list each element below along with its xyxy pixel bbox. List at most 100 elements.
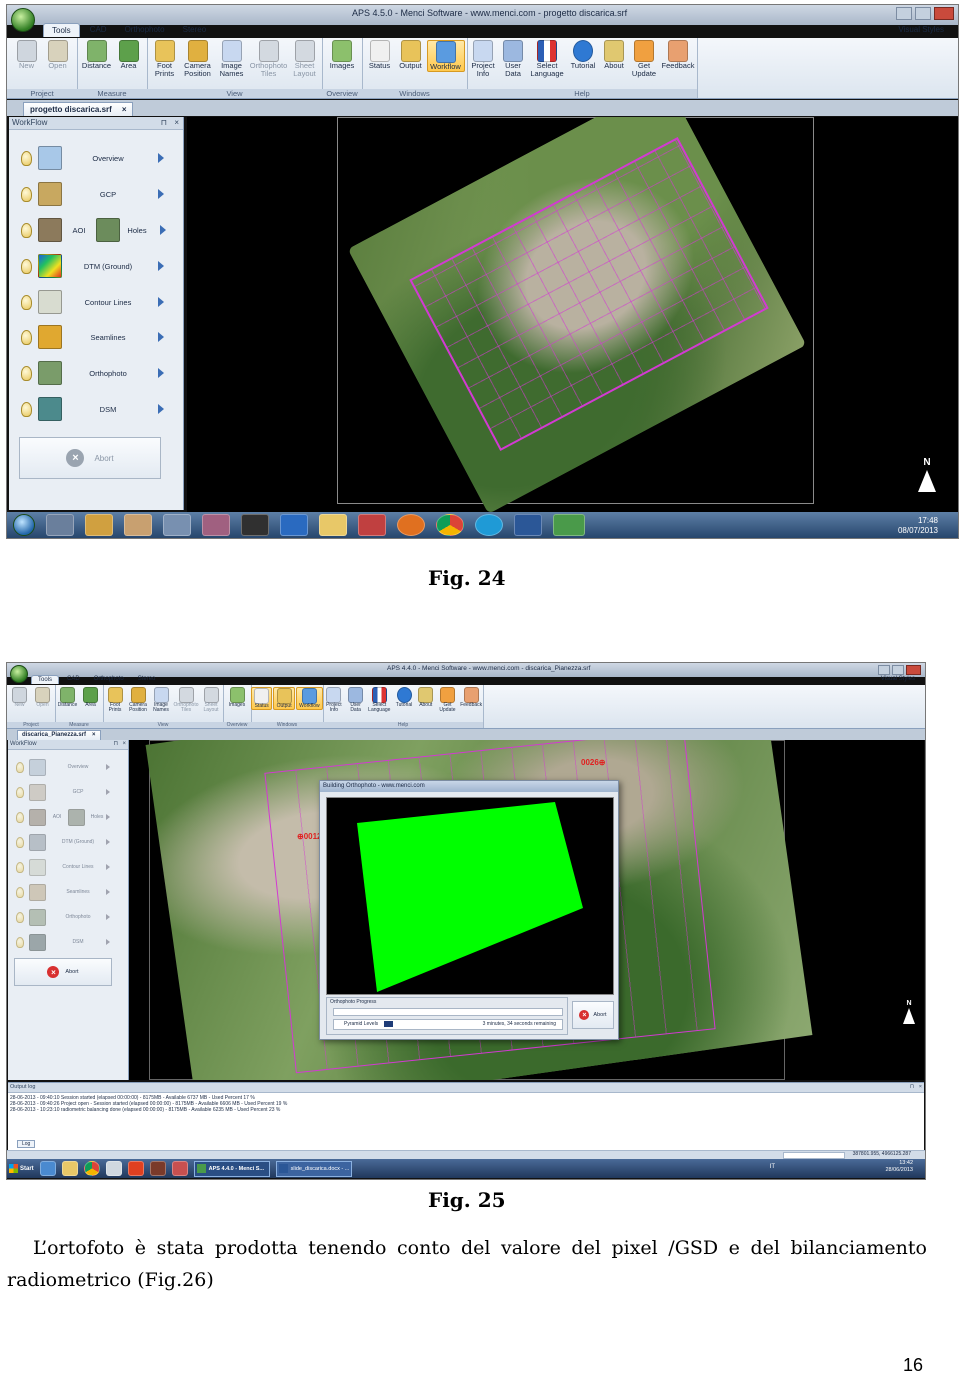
select-language-button[interactable]: Select Language bbox=[366, 687, 392, 714]
run-arrow-icon[interactable] bbox=[158, 297, 164, 307]
abort-button[interactable]: × Abort bbox=[14, 958, 112, 986]
taskbar-folder-icon[interactable] bbox=[319, 514, 347, 536]
feedback-button[interactable]: Feedback bbox=[660, 40, 696, 78]
workflow-button[interactable]: Workflow bbox=[295, 687, 323, 711]
user-data-button[interactable]: User Data bbox=[499, 40, 527, 78]
pin-icon[interactable]: ⊓ bbox=[161, 117, 167, 129]
run-arrow-icon[interactable] bbox=[158, 261, 164, 271]
taskbar-folder-icon[interactable] bbox=[61, 1161, 78, 1176]
orthophoto-tiles-button[interactable]: Orthophoto Tiles bbox=[249, 40, 289, 78]
run-arrow-icon[interactable] bbox=[158, 153, 164, 163]
image-names-button[interactable]: Image Names bbox=[216, 40, 248, 78]
status-button[interactable]: Status bbox=[365, 40, 395, 72]
workflow-item-dsm[interactable]: DSM bbox=[9, 395, 183, 423]
workflow-item-dsm[interactable]: DSM bbox=[8, 932, 128, 952]
distance-button[interactable]: Distance bbox=[57, 687, 79, 708]
tab-orthophoto[interactable]: Orthophoto bbox=[117, 23, 173, 37]
tutorial-button[interactable]: Tutorial bbox=[393, 687, 415, 714]
workflow-item-dtm[interactable]: DTM (Ground) bbox=[9, 252, 183, 280]
tutorial-button[interactable]: Tutorial bbox=[567, 40, 599, 78]
close-panel-icon[interactable]: × bbox=[919, 1083, 922, 1092]
status-button[interactable]: Status bbox=[251, 687, 273, 711]
taskbar-app-icon[interactable] bbox=[124, 514, 152, 536]
workflow-item-contour-lines[interactable]: Contour Lines bbox=[9, 288, 183, 316]
foot-prints-button[interactable]: Foot Prints bbox=[104, 687, 126, 714]
taskbar-app-icon[interactable] bbox=[105, 1161, 122, 1176]
about-button[interactable]: About bbox=[600, 40, 628, 78]
run-arrow-icon[interactable] bbox=[106, 839, 110, 845]
workflow-item-dtm[interactable]: DTM (Ground) bbox=[8, 832, 128, 852]
app-orb-icon[interactable] bbox=[11, 8, 35, 32]
app-orb-icon[interactable] bbox=[10, 665, 28, 683]
close-panel-icon[interactable]: × bbox=[174, 117, 179, 129]
run-arrow-icon[interactable] bbox=[106, 764, 110, 770]
taskbar-app-icon[interactable] bbox=[202, 514, 230, 536]
document-tab[interactable]: discarica_Pianezza.srf × bbox=[17, 730, 101, 740]
close-panel-icon[interactable]: × bbox=[122, 740, 126, 749]
taskbar-app-icon[interactable] bbox=[241, 514, 269, 536]
image-names-button[interactable]: Image Names bbox=[150, 687, 172, 714]
workflow-item-seamlines[interactable]: Seamlines bbox=[9, 323, 183, 351]
run-arrow-icon[interactable] bbox=[106, 789, 110, 795]
workflow-item-overview[interactable]: Overview bbox=[9, 144, 183, 172]
get-update-button[interactable]: Get Update bbox=[629, 40, 659, 78]
system-clock[interactable]: 17:48 08/07/2013 bbox=[898, 516, 938, 535]
workflow-item-overview[interactable]: Overview bbox=[8, 757, 128, 777]
pin-icon[interactable]: ⊓ bbox=[910, 1083, 914, 1092]
run-arrow-icon[interactable] bbox=[158, 404, 164, 414]
close-icon[interactable] bbox=[906, 665, 921, 675]
run-arrow-icon[interactable] bbox=[106, 914, 110, 920]
maximize-icon[interactable] bbox=[892, 665, 904, 675]
taskbar-app-icon[interactable] bbox=[39, 1161, 56, 1176]
sheet-layout-button[interactable]: Sheet Layout bbox=[200, 687, 222, 714]
open-button[interactable]: Open bbox=[43, 40, 73, 70]
firefox-icon[interactable] bbox=[397, 514, 425, 536]
minimize-icon[interactable] bbox=[896, 7, 912, 20]
map-viewport[interactable]: N bbox=[187, 117, 958, 512]
taskbar-app-icon[interactable] bbox=[163, 514, 191, 536]
camera-position-button[interactable]: Camera Position bbox=[181, 40, 215, 78]
camera-position-button[interactable]: Camera Position bbox=[127, 687, 149, 714]
run-arrow-icon[interactable] bbox=[106, 889, 110, 895]
run-arrow-icon[interactable] bbox=[160, 225, 166, 235]
get-update-button[interactable]: Get Update bbox=[437, 687, 459, 714]
foot-prints-button[interactable]: Foot Prints bbox=[150, 40, 180, 78]
workflow-item-gcp[interactable]: GCP bbox=[9, 180, 183, 208]
area-button[interactable]: Area bbox=[114, 40, 144, 70]
visual-styles-menu[interactable]: Visual Styles bbox=[898, 25, 944, 34]
abort-button[interactable]: × Abort bbox=[19, 437, 161, 479]
document-tab[interactable]: progetto discarica.srf × bbox=[23, 102, 134, 116]
maximize-icon[interactable] bbox=[915, 7, 931, 20]
workflow-item-contour-lines[interactable]: Contour Lines bbox=[8, 857, 128, 877]
close-icon[interactable] bbox=[934, 7, 954, 20]
new-button[interactable]: New bbox=[9, 687, 31, 708]
new-button[interactable]: New bbox=[12, 40, 42, 70]
window-controls[interactable] bbox=[896, 7, 954, 20]
feedback-button[interactable]: Feedback bbox=[459, 687, 483, 714]
workflow-item-aoi[interactable]: AOI Holes bbox=[9, 216, 183, 244]
user-data-button[interactable]: User Data bbox=[346, 687, 366, 714]
distance-button[interactable]: Distance bbox=[81, 40, 113, 70]
orthophoto-tiles-button[interactable]: Orthophoto Tiles bbox=[173, 687, 199, 714]
chrome-icon[interactable] bbox=[83, 1161, 100, 1176]
window-controls[interactable] bbox=[878, 665, 921, 675]
workflow-item-aoi[interactable]: AOI Holes bbox=[8, 807, 128, 827]
start-button[interactable]: Start bbox=[9, 1164, 34, 1173]
taskbar-app-icon[interactable] bbox=[127, 1161, 144, 1176]
tab-cad[interactable]: CAD bbox=[82, 23, 115, 37]
tab-cad[interactable]: CAD bbox=[61, 675, 86, 684]
visual-styles-menu[interactable]: Visual Styles bbox=[881, 676, 915, 682]
tab-tools[interactable]: Tools bbox=[43, 23, 80, 37]
map-viewport[interactable]: ⊕0012 0026⊕ N Building Orthophoto - www.… bbox=[129, 740, 924, 1080]
gcp-marker[interactable]: ⊕0012 bbox=[297, 832, 322, 841]
task-button-doc[interactable]: slide_discarica.docx - ... bbox=[275, 1160, 352, 1177]
output-button[interactable]: Output bbox=[396, 40, 426, 72]
pin-icon[interactable]: ⊓ bbox=[113, 740, 118, 749]
tab-stereo[interactable]: Stereo bbox=[132, 675, 162, 684]
workflow-item-gcp[interactable]: GCP bbox=[8, 782, 128, 802]
run-arrow-icon[interactable] bbox=[158, 368, 164, 378]
system-clock[interactable]: 13:42 28/06/2013 bbox=[885, 1160, 913, 1173]
output-button[interactable]: Output bbox=[273, 687, 295, 711]
word-icon[interactable] bbox=[514, 514, 542, 536]
task-button-aps[interactable]: APS 4.4.0 - Menci S... bbox=[193, 1160, 270, 1177]
